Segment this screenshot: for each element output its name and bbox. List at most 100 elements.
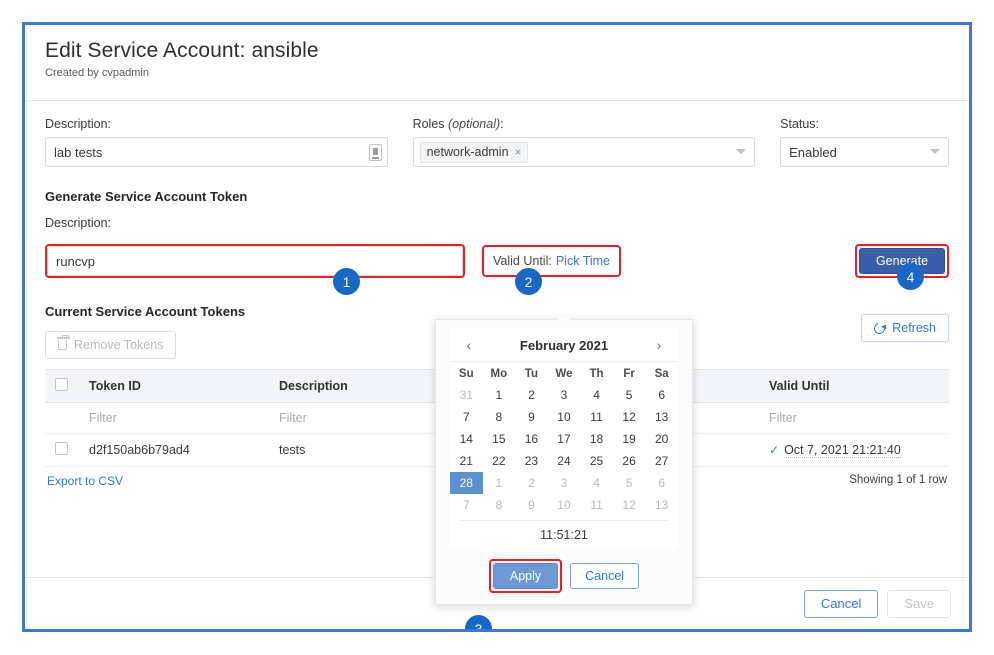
calendar-day[interactable]: 9 [515,406,548,428]
col-header-valid-until[interactable]: Valid Until [759,369,949,403]
calendar-day[interactable]: 6 [645,472,678,494]
chevron-down-icon[interactable] [736,149,747,154]
calendar-day[interactable]: 1 [483,384,516,406]
calendar-day[interactable]: 21 [450,450,483,472]
calendar-day[interactable]: 23 [515,450,548,472]
check-icon: ✓ [769,443,780,457]
dialog-header: Edit Service Account: ansible Created by… [25,25,969,101]
calendar-day[interactable]: 4 [580,384,613,406]
refresh-button[interactable]: Refresh [861,314,949,342]
calendar-day[interactable]: 13 [645,494,678,516]
page-title: Edit Service Account: ansible [45,39,319,62]
token-description-label: Description: [45,216,111,230]
calendar-day[interactable]: 22 [483,450,516,472]
description-value: lab tests [54,144,103,160]
calendar-day[interactable]: 13 [645,406,678,428]
remove-tokens-button[interactable]: Remove Tokens [45,331,177,359]
popup-caret [558,314,570,320]
calendar-day[interactable]: 27 [645,450,678,472]
calendar-day[interactable]: 14 [450,428,483,450]
save-button: Save [887,589,951,618]
calendar-day[interactable]: 31 [450,384,483,406]
calendar-day[interactable]: 2 [515,384,548,406]
calendar-day[interactable]: 19 [613,428,646,450]
token-description-input[interactable]: runcvp [47,246,463,276]
weekday-header-row: Su Mo Tu We Th Fr Sa [450,362,678,384]
weekday-tu: Tu [524,368,538,380]
calendar-grid: Su Mo Tu We Th Fr Sa 31 1 2 3 4 5 6 7 8 9 10 11 12 13… [450,362,678,516]
calendar-day[interactable]: 18 [580,428,613,450]
row-select-cell [45,433,79,467]
valid-until-control[interactable]: Valid Until: Pick Time [482,245,622,277]
next-month-icon[interactable]: › [650,337,668,353]
calendar-day[interactable]: 12 [613,406,646,428]
calendar-day[interactable]: 16 [515,428,548,450]
roles-label-colon: : [500,117,504,131]
valid-until-label: Valid Until: [493,254,552,268]
calendar-day[interactable]: 12 [613,494,646,516]
calendar-day[interactable]: 17 [548,428,581,450]
col-header-token-id[interactable]: Token ID [79,369,269,403]
token-description-highlight: runcvp [45,244,465,278]
calendar-day[interactable]: 15 [483,428,516,450]
row-count-text: Showing 1 of 1 row [849,474,947,486]
pick-time-link[interactable]: Pick Time [556,254,610,268]
calendar-day[interactable]: 7 [450,494,483,516]
description-input[interactable]: lab tests [45,137,388,167]
calendar-day[interactable]: 11 [580,406,613,428]
roles-field-group: Roles (optional): network-admin × [412,117,756,167]
calendar-day[interactable]: 25 [580,450,613,472]
remove-role-icon[interactable]: × [515,145,522,159]
calendar-week-row: 7 8 9 10 11 12 13 [450,406,678,428]
filter-token-id[interactable]: Filter [79,402,269,434]
calendar-month-year[interactable]: February 2021 [520,338,608,353]
calendar-time[interactable]: 11:51:21 [460,520,668,550]
row-checkbox[interactable] [55,442,68,455]
filter-cell-empty [45,402,79,434]
calendar-day[interactable]: 8 [483,406,516,428]
trash-icon [57,335,70,350]
cell-token-id: d2f150ab6b79ad4 [79,433,269,467]
calendar-day[interactable]: 8 [483,494,516,516]
calendar-day[interactable]: 24 [548,450,581,472]
calendar: ‹ February 2021 › Su Mo Tu We Th Fr Sa 3… [450,328,678,550]
calendar-day[interactable]: 20 [645,428,678,450]
calendar-week-row: 7 8 9 10 11 12 13 [450,494,678,516]
calendar-day[interactable]: 11 [580,494,613,516]
calendar-day-selected[interactable]: 28 [450,472,483,494]
filter-valid-until[interactable]: Filter [759,402,949,434]
calendar-day[interactable]: 6 [645,384,678,406]
calendar-day[interactable]: 10 [548,494,581,516]
calendar-day[interactable]: 3 [548,472,581,494]
calendar-day[interactable]: 7 [450,406,483,428]
calendar-day[interactable]: 10 [548,406,581,428]
calendar-day[interactable]: 3 [548,384,581,406]
chevron-down-icon[interactable] [930,149,940,154]
account-fields-row: Description: lab tests Roles (optional):… [45,117,949,167]
calendar-header: ‹ February 2021 › [450,332,678,362]
step-badge-2: 2 [515,268,542,295]
calendar-day[interactable]: 2 [515,472,548,494]
refresh-label: Refresh [892,321,936,335]
calendar-day[interactable]: 4 [580,472,613,494]
prev-month-icon[interactable]: ‹ [460,337,478,353]
role-tag[interactable]: network-admin × [419,141,528,163]
calendar-week-row: 21 22 23 24 25 26 27 [450,450,678,472]
apply-button[interactable]: Apply [492,563,559,589]
calendar-day[interactable]: 5 [613,472,646,494]
calendar-week-row: 14 15 16 17 18 19 20 [450,428,678,450]
calendar-day[interactable]: 26 [613,450,646,472]
calendar-cancel-button[interactable]: Cancel [570,563,640,589]
export-to-csv-link[interactable]: Export to CSV [47,474,123,488]
calendar-day[interactable]: 1 [483,472,516,494]
status-select[interactable]: Enabled [780,137,949,167]
calendar-day[interactable]: 9 [515,494,548,516]
resize-grip-icon[interactable] [368,144,382,161]
status-label: Status: [780,117,820,131]
roles-select[interactable]: network-admin × [412,137,756,167]
datepicker-popup: ‹ February 2021 › Su Mo Tu We Th Fr Sa 3… [435,314,693,605]
cancel-button[interactable]: Cancel [803,589,879,618]
calendar-day[interactable]: 5 [613,384,646,406]
select-all-checkbox[interactable] [55,378,68,391]
calendar-week-row: 28 1 2 3 4 5 6 [450,472,678,494]
